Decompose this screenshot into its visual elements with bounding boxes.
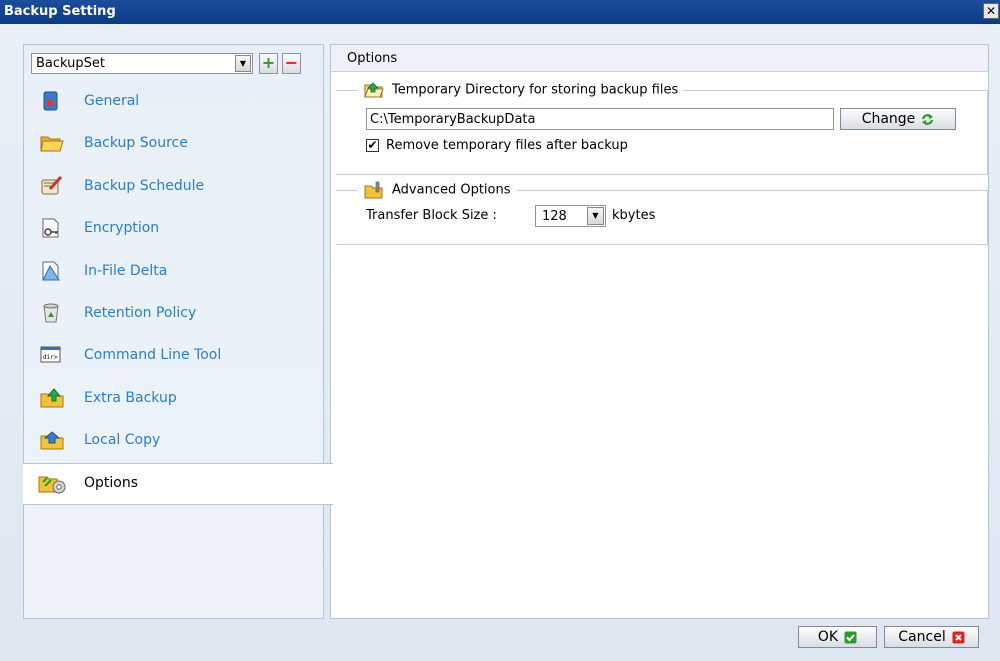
remove-temp-files-checkbox[interactable]: ✔ — [366, 139, 379, 152]
close-button[interactable]: ✕ — [983, 3, 999, 19]
recycle-icon — [40, 302, 62, 324]
sidebar-item-label: Local Copy — [84, 432, 161, 449]
temp-directory-group — [336, 90, 988, 175]
sidebar-item-general[interactable]: General — [24, 81, 325, 123]
sidebar-item-backup-schedule[interactable]: Backup Schedule — [24, 166, 325, 208]
chevron-down-icon[interactable]: ▼ — [235, 55, 251, 72]
cancel-button[interactable]: Cancel — [884, 626, 979, 648]
transfer-block-size-unit: kbytes — [612, 208, 656, 223]
sidebar-item-local-copy[interactable]: Local Copy — [24, 420, 325, 462]
ok-button[interactable]: OK — [798, 626, 877, 648]
chevron-down-icon[interactable]: ▼ — [587, 207, 604, 225]
svg-text:dir>: dir> — [43, 354, 58, 361]
sidebar-item-in-file-delta[interactable]: In-File Delta — [24, 251, 325, 293]
close-icon — [952, 631, 965, 644]
sidebar-item-retention-policy[interactable]: Retention Policy — [24, 293, 325, 335]
encryption-icon — [40, 217, 62, 239]
cancel-button-label: Cancel — [898, 629, 946, 645]
temp-directory-legend: Temporary Directory for storing backup f… — [358, 81, 685, 99]
sidebar-item-extra-backup[interactable]: Extra Backup — [24, 378, 325, 420]
sidebar-item-backup-source[interactable]: Backup Source — [24, 123, 325, 165]
transfer-block-size-select[interactable]: 128 ▼ — [535, 205, 606, 227]
schedule-icon — [40, 175, 63, 197]
panel-header: Options — [331, 45, 988, 72]
sidebar-item-command-line-tool[interactable]: dir> Command Line Tool — [24, 335, 325, 377]
remove-temp-files-label: Remove temporary files after backup — [386, 138, 628, 153]
temp-directory-path-field[interactable]: C:\TemporaryBackupData — [366, 108, 834, 130]
change-button-label: Change — [861, 111, 916, 127]
transfer-block-size-label: Transfer Block Size : — [366, 208, 497, 223]
window-title: Backup Setting — [4, 4, 116, 19]
terminal-icon: dir> — [40, 344, 62, 366]
sidebar-item-label: In-File Delta — [84, 262, 168, 279]
sidebar-item-label: Backup Source — [84, 135, 188, 152]
backupset-select[interactable]: BackupSet ▼ — [31, 53, 253, 74]
sidebar: BackupSet ▼ + − General Backup Source Ba… — [23, 44, 333, 619]
folder-icon — [40, 132, 64, 154]
refresh-icon — [921, 113, 934, 126]
sidebar-item-label: Options — [84, 474, 139, 491]
sidebar-nav: General Backup Source Backup Schedule En… — [23, 81, 333, 505]
ok-button-label: OK — [817, 629, 839, 645]
sidebar-item-label: Command Line Tool — [84, 347, 222, 364]
local-copy-icon — [40, 429, 64, 451]
sidebar-item-label: General — [84, 93, 140, 109]
title-bar: Backup Setting ✕ — [0, 0, 1000, 24]
sidebar-item-label: Retention Policy — [84, 304, 197, 321]
backup-setting-window: Backup Setting ✕ BackupSet ▼ + − General — [0, 0, 1000, 661]
sidebar-item-label: Backup Schedule — [84, 177, 205, 194]
backupset-selected-value: BackupSet — [36, 56, 105, 71]
panel-title: Options — [347, 51, 398, 66]
temp-directory-legend-text: Temporary Directory for storing backup f… — [392, 82, 679, 98]
remove-backupset-button[interactable]: − — [282, 53, 301, 74]
extra-backup-icon — [40, 387, 64, 409]
advanced-options-icon — [364, 181, 384, 199]
add-backupset-button[interactable]: + — [259, 53, 278, 74]
delta-icon — [40, 260, 62, 282]
folder-icon — [364, 81, 384, 99]
transfer-block-size-value: 128 — [542, 209, 567, 224]
change-directory-button[interactable]: Change — [840, 108, 956, 130]
sidebar-item-label: Extra Backup — [84, 389, 177, 406]
advanced-options-legend-text: Advanced Options — [392, 182, 511, 198]
sidebar-item-label: Encryption — [84, 220, 160, 237]
advanced-options-legend: Advanced Options — [358, 181, 517, 199]
general-icon — [40, 90, 62, 112]
temp-directory-path-value: C:\TemporaryBackupData — [370, 112, 536, 127]
options-icon — [38, 473, 66, 495]
sidebar-item-options[interactable]: Options — [23, 462, 333, 505]
sidebar-item-encryption[interactable]: Encryption — [24, 208, 325, 250]
check-icon — [844, 631, 857, 644]
